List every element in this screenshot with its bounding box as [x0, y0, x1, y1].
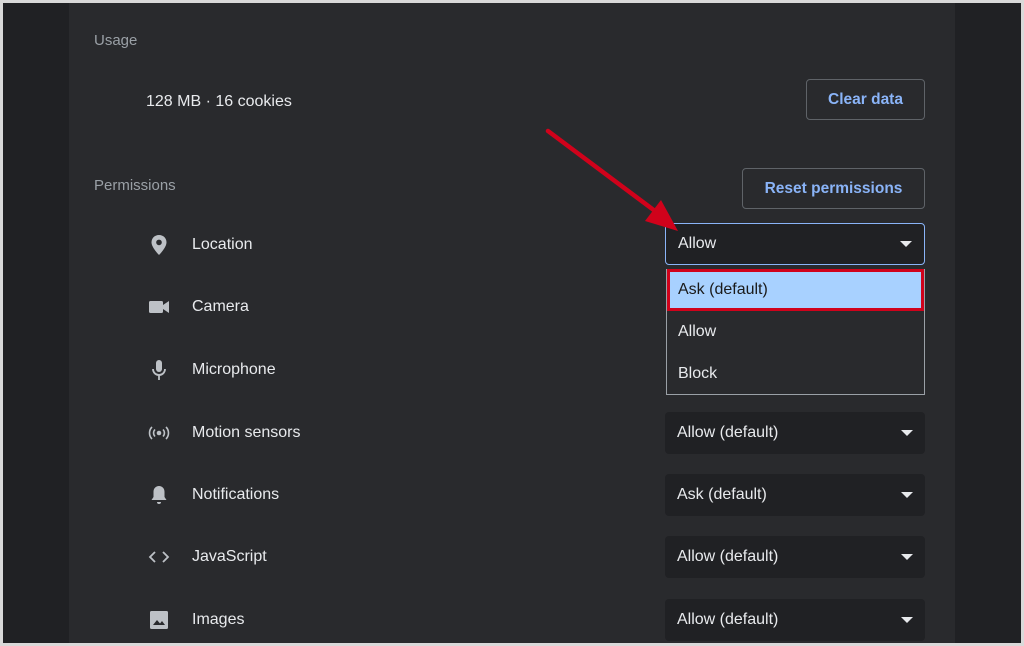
permission-row-camera: Camera	[146, 292, 249, 322]
location-pin-icon	[146, 232, 172, 258]
javascript-permission-select[interactable]: Allow (default)	[665, 536, 925, 578]
dropdown-option-allow[interactable]: Allow	[667, 311, 924, 353]
permissions-section-title: Permissions	[94, 177, 176, 194]
usage-section-title: Usage	[94, 32, 138, 49]
permission-label-javascript: JavaScript	[192, 548, 267, 565]
screenshot-frame: Usage 128 MB · 16 cookies Clear data Per…	[3, 3, 1021, 643]
permission-label-motion-sensors: Motion sensors	[192, 424, 301, 441]
clear-data-button[interactable]: Clear data	[806, 79, 925, 120]
dropdown-option-block[interactable]: Block	[667, 353, 924, 395]
permission-row-location: Location	[146, 230, 253, 260]
dropdown-option-ask-default[interactable]: Ask (default)	[667, 269, 924, 311]
motion-sensors-icon	[146, 420, 172, 446]
permission-row-notifications: Notifications	[146, 480, 279, 510]
image-icon	[146, 607, 172, 633]
select-value: Allow (default)	[677, 424, 779, 441]
permission-row-motion-sensors: Motion sensors	[146, 418, 301, 448]
chevron-down-icon	[901, 617, 913, 623]
images-permission-select[interactable]: Allow (default)	[665, 599, 925, 641]
chevron-down-icon	[900, 241, 912, 247]
select-value: Allow (default)	[677, 548, 779, 565]
location-permission-select[interactable]: Allow	[665, 223, 925, 265]
bell-icon	[146, 482, 172, 508]
select-value: Allow (default)	[677, 611, 779, 628]
permission-label-notifications: Notifications	[192, 486, 280, 503]
reset-permissions-button[interactable]: Reset permissions	[742, 168, 925, 209]
code-brackets-icon	[146, 544, 172, 570]
camera-icon	[146, 294, 172, 320]
chevron-down-icon	[901, 430, 913, 436]
motion-sensors-permission-select[interactable]: Allow (default)	[665, 412, 925, 454]
usage-summary: 128 MB · 16 cookies	[146, 93, 292, 110]
chevron-down-icon	[901, 492, 913, 498]
select-value: Allow	[678, 235, 717, 252]
notifications-permission-select[interactable]: Ask (default)	[665, 474, 925, 516]
select-value: Ask (default)	[677, 486, 767, 503]
permission-row-microphone: Microphone	[146, 355, 276, 385]
microphone-icon	[146, 357, 172, 383]
permission-row-images: Images	[146, 605, 244, 635]
permission-row-javascript: JavaScript	[146, 542, 267, 572]
permission-label-camera: Camera	[192, 298, 249, 315]
location-dropdown-list: Ask (default) Allow Block	[666, 269, 925, 395]
chevron-down-icon	[901, 554, 913, 560]
permission-label-microphone: Microphone	[192, 361, 276, 378]
permission-label-images: Images	[192, 611, 245, 628]
permission-label-location: Location	[192, 236, 253, 253]
